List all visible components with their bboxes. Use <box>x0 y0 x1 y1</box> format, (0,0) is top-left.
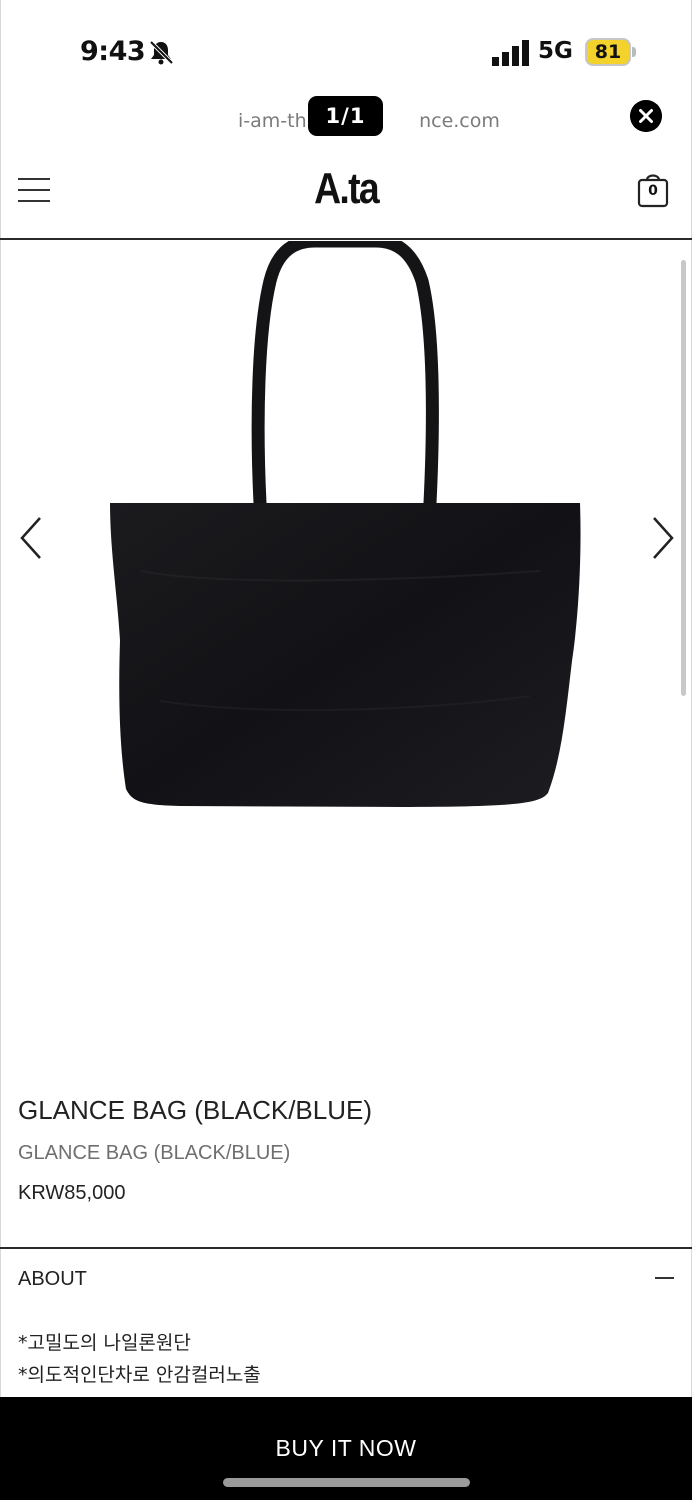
url-right: nce.com <box>419 110 500 132</box>
product-image[interactable] <box>100 241 590 816</box>
collapse-icon[interactable] <box>655 1277 674 1279</box>
network-type: 5G <box>538 38 573 64</box>
url-left: i-am-th <box>238 110 307 132</box>
site-logo[interactable]: A.ta <box>52 164 640 214</box>
url-bar[interactable]: i-am-thxxxxxxxxxxnce.com 1/1 <box>0 96 692 142</box>
buy-it-now-label: BUY IT NOW <box>275 1435 417 1461</box>
site-header: A.ta 0 <box>0 142 692 240</box>
scrollbar[interactable] <box>681 260 686 696</box>
battery-level: 81 <box>594 41 622 63</box>
signal-bars-icon <box>492 40 529 66</box>
page-counter: 1/1 <box>308 96 383 136</box>
product-subtitle: GLANCE BAG (BLACK/BLUE) <box>18 1142 291 1164</box>
divider <box>0 1247 692 1249</box>
about-line-2: *의도적인단차로 안감컬러노출 <box>18 1364 261 1386</box>
bell-slash-icon <box>149 40 174 65</box>
home-indicator <box>223 1478 470 1487</box>
cart-button[interactable]: 0 <box>636 170 670 210</box>
status-time: 9:43 <box>80 36 146 67</box>
cart-count: 0 <box>648 183 658 199</box>
product-gallery[interactable] <box>0 241 692 1061</box>
product-title: GLANCE BAG (BLACK/BLUE) <box>18 1095 372 1125</box>
hamburger-menu-icon[interactable] <box>18 176 50 204</box>
about-title[interactable]: ABOUT <box>18 1268 87 1291</box>
about-line-1: *고밀도의 나일론원단 <box>18 1332 191 1354</box>
chevron-left-icon[interactable] <box>18 515 46 561</box>
buy-it-now-button[interactable]: BUY IT NOW <box>0 1397 692 1500</box>
status-bar: 9:43 5G 81 <box>0 0 692 100</box>
chevron-right-icon[interactable] <box>648 515 676 561</box>
battery-icon: 81 <box>585 38 631 66</box>
close-icon[interactable] <box>630 100 662 132</box>
battery-tip <box>632 47 636 57</box>
product-price: KRW85,000 <box>18 1182 126 1204</box>
